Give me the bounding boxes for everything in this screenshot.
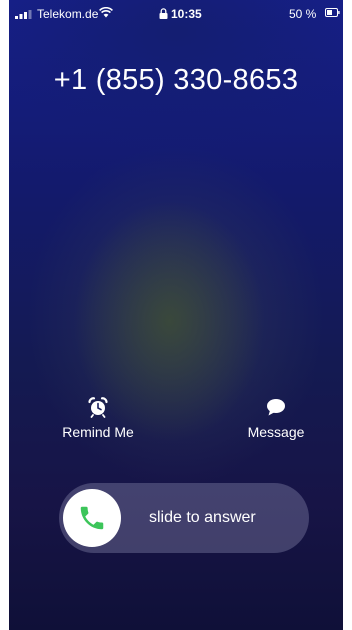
- wifi-icon: [99, 7, 113, 18]
- signal-bars-icon: [15, 10, 32, 19]
- slide-to-answer-label: slide to answer: [149, 509, 256, 526]
- alarm-clock-icon: [88, 397, 108, 418]
- incoming-call-screen: Telekom.de 10:35 50 % +1 (855) 330-8653: [9, 0, 343, 630]
- status-time: 10:35: [171, 7, 202, 21]
- message-label: Message: [247, 424, 305, 440]
- message-button[interactable]: Message: [216, 396, 336, 440]
- status-bar: Telekom.de 10:35 50 %: [9, 0, 343, 24]
- phone-icon: [80, 506, 104, 530]
- remind-me-button[interactable]: Remind Me: [38, 396, 158, 440]
- lock-icon: [159, 8, 168, 19]
- battery-percentage: 50 %: [289, 7, 317, 21]
- remind-me-label: Remind Me: [62, 424, 134, 440]
- slide-to-answer-slider[interactable]: slide to answer: [59, 483, 309, 553]
- speech-bubble-icon: [267, 399, 285, 416]
- carrier-name: Telekom.de: [37, 7, 99, 21]
- caller-number: +1 (855) 330-8653: [53, 64, 299, 96]
- answer-slider-knob[interactable]: [63, 489, 121, 547]
- battery-icon: [325, 8, 340, 17]
